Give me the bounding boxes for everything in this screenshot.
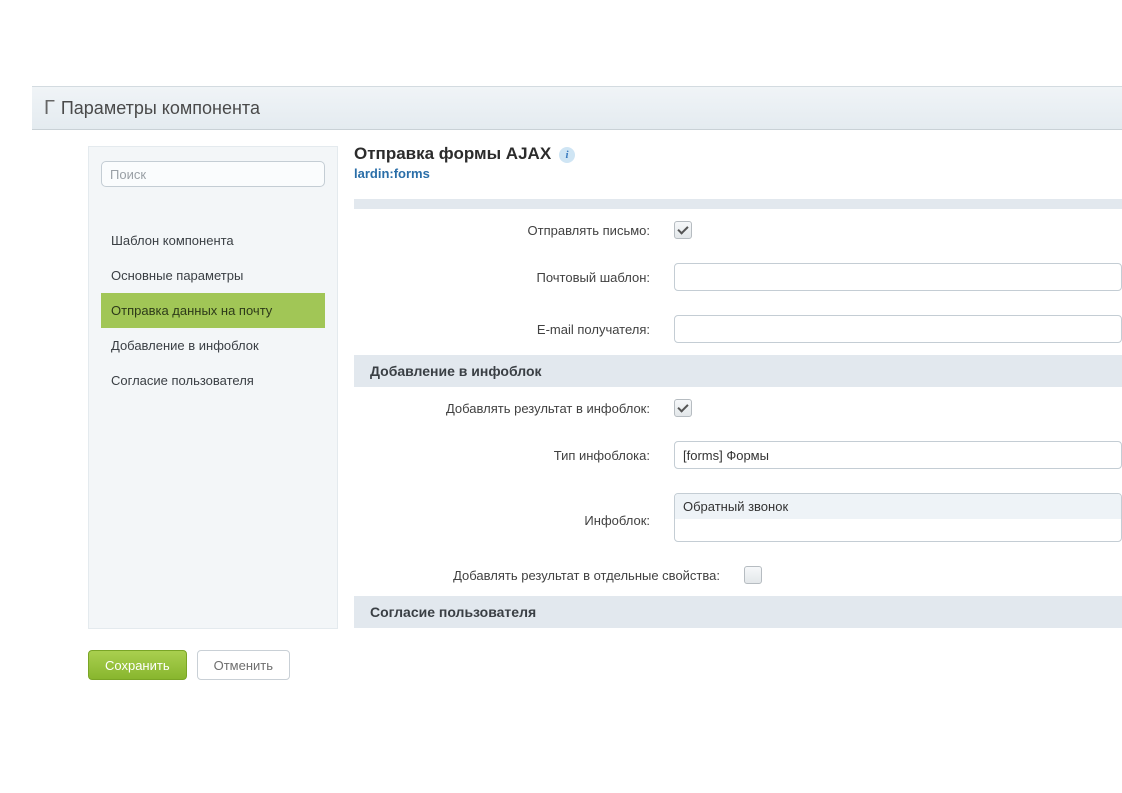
label-add-props: Добавлять результат в отдельные свойства… bbox=[354, 568, 744, 583]
label-iblock-type: Тип инфоблока: bbox=[354, 448, 674, 463]
input-email-to[interactable] bbox=[674, 315, 1122, 343]
peek-char: Г bbox=[44, 97, 55, 120]
select-iblock-type[interactable] bbox=[674, 441, 1122, 469]
checkbox-send-email[interactable] bbox=[674, 221, 692, 239]
search-input[interactable] bbox=[101, 161, 325, 187]
row-email-to: E-mail получателя: bbox=[354, 303, 1122, 355]
section-iblock: Добавление в инфоблок bbox=[354, 355, 1122, 387]
label-send-email: Отправлять письмо: bbox=[354, 223, 674, 238]
row-iblock-type: Тип инфоблока: bbox=[354, 429, 1122, 481]
label-email-to: E-mail получателя: bbox=[354, 322, 674, 337]
component-title: Отправка формы AJAX bbox=[354, 144, 551, 164]
row-mail-template: Почтовый шаблон: bbox=[354, 251, 1122, 303]
row-add-props: Добавлять результат в отдельные свойства… bbox=[354, 554, 1122, 596]
footer-buttons: Сохранить Отменить bbox=[88, 650, 290, 680]
nav-main-params[interactable]: Основные параметры bbox=[101, 258, 325, 293]
nav-mail-send[interactable]: Отправка данных на почту bbox=[101, 293, 325, 328]
sidebar: Шаблон компонента Основные параметры Отп… bbox=[88, 146, 338, 629]
content-panel: Отправка формы AJAX i lardin:forms Отпра… bbox=[354, 144, 1122, 628]
component-heading: Отправка формы AJAX i bbox=[354, 144, 1122, 164]
info-icon[interactable]: i bbox=[559, 147, 575, 163]
nav-list: Шаблон компонента Основные параметры Отп… bbox=[101, 223, 325, 398]
component-code: lardin:forms bbox=[354, 166, 1122, 181]
dialog-header: Г Параметры компонента bbox=[32, 86, 1122, 130]
select-mail-template[interactable] bbox=[674, 263, 1122, 291]
dialog-title: Параметры компонента bbox=[61, 98, 260, 119]
row-add-iblock: Добавлять результат в инфоблок: bbox=[354, 387, 1122, 429]
row-send-email: Отправлять письмо: bbox=[354, 209, 1122, 251]
checkbox-add-props[interactable] bbox=[744, 566, 762, 584]
checkbox-add-iblock[interactable] bbox=[674, 399, 692, 417]
nav-consent[interactable]: Согласие пользователя bbox=[101, 363, 325, 398]
iblock-option-empty[interactable] bbox=[675, 519, 1121, 541]
iblock-option-selected[interactable]: Обратный звонок bbox=[675, 494, 1121, 519]
label-add-iblock: Добавлять результат в инфоблок: bbox=[354, 401, 674, 416]
cancel-button[interactable]: Отменить bbox=[197, 650, 290, 680]
multiselect-iblock[interactable]: Обратный звонок bbox=[674, 493, 1122, 542]
section-consent: Согласие пользователя bbox=[354, 596, 1122, 628]
section-divider bbox=[354, 199, 1122, 209]
nav-template[interactable]: Шаблон компонента bbox=[101, 223, 325, 258]
nav-iblock-add[interactable]: Добавление в инфоблок bbox=[101, 328, 325, 363]
label-mail-template: Почтовый шаблон: bbox=[354, 270, 674, 285]
save-button[interactable]: Сохранить bbox=[88, 650, 187, 680]
label-iblock: Инфоблок: bbox=[354, 493, 674, 528]
row-iblock: Инфоблок: Обратный звонок bbox=[354, 481, 1122, 554]
